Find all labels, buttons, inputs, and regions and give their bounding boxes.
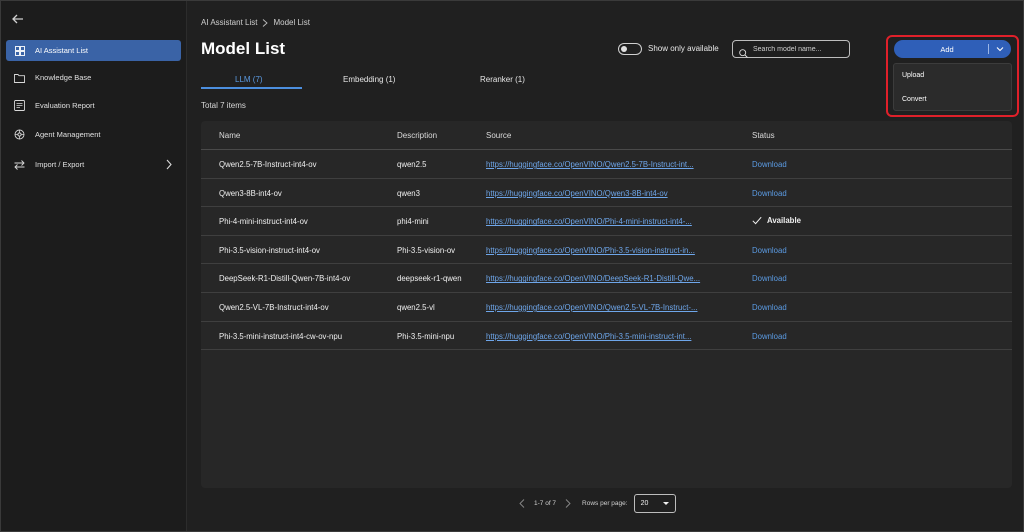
sidebar-item-ai-assistant-list[interactable]: AI Assistant List <box>6 40 181 61</box>
sidebar-item-import-export[interactable]: Import / Export <box>6 154 181 175</box>
sidebar-item-label: AI Assistant List <box>35 46 88 55</box>
model-name: DeepSeek-R1-Distill-Qwen-7B-int4-ov <box>219 274 351 284</box>
report-icon <box>14 100 25 111</box>
source-link[interactable]: https://huggingface.co/OpenVINO/Phi-4-mi… <box>486 217 742 226</box>
back-arrow-icon[interactable] <box>10 11 26 27</box>
breadcrumb: AI Assistant List Model List <box>201 18 310 27</box>
add-button[interactable]: Add <box>894 40 1011 58</box>
download-link[interactable]: Download <box>752 160 852 169</box>
tab-embedding[interactable]: Embedding (1) <box>343 75 395 84</box>
model-name: Phi-3.5-mini-instruct-int4-cw-ov-npu <box>219 331 343 341</box>
source-link[interactable]: https://huggingface.co/OpenVINO/DeepSeek… <box>486 274 742 283</box>
prev-page-icon[interactable] <box>518 499 526 509</box>
source-link[interactable]: https://huggingface.co/OpenVINO/Qwen2.5-… <box>486 303 742 312</box>
table-header: Name Description Source Status <box>201 121 1012 150</box>
tab-reranker[interactable]: Reranker (1) <box>480 75 525 84</box>
main-content: AI Assistant List Model List Model List … <box>188 1 1023 531</box>
grid-icon <box>14 45 25 56</box>
chevron-right-icon <box>165 159 173 170</box>
folder-icon <box>14 72 25 83</box>
download-link[interactable]: Download <box>752 332 852 341</box>
sidebar-item-label: Knowledge Base <box>35 73 92 82</box>
menu-item-convert[interactable]: Convert <box>902 96 927 103</box>
table-row: Qwen3-8B-int4-ov qwen3 https://huggingfa… <box>201 179 1012 208</box>
search-input[interactable] <box>753 45 845 53</box>
download-link[interactable]: Download <box>752 189 852 198</box>
sidebar-item-label: Import / Export <box>35 160 85 169</box>
search-icon <box>739 45 748 58</box>
table-row: Phi-4-mini-instruct-int4-ov phi4-mini ht… <box>201 207 1012 236</box>
sidebar-item-agent-management[interactable]: Agent Management <box>6 124 181 145</box>
page-range: 1-7 of 7 <box>534 500 557 507</box>
source-link[interactable]: https://huggingface.co/OpenVINO/Qwen2.5-… <box>486 160 742 169</box>
model-description: qwen2.5 <box>397 160 427 169</box>
add-dropdown-menu: Upload Convert <box>893 63 1012 111</box>
model-description: qwen3 <box>397 188 420 198</box>
source-link[interactable]: https://huggingface.co/OpenVINO/Phi-3.5-… <box>486 332 742 341</box>
page-title: Model List <box>201 39 286 58</box>
rows-per-page-value: 20 <box>640 500 649 507</box>
show-available-toggle[interactable] <box>618 43 642 55</box>
model-name: Phi-4-mini-instruct-int4-ov <box>219 217 308 227</box>
breadcrumb-parent[interactable]: AI Assistant List <box>201 18 257 27</box>
table-row: Phi-3.5-mini-instruct-int4-cw-ov-npu Phi… <box>201 322 1012 351</box>
column-header-source: Source <box>486 131 512 140</box>
column-header-description: Description <box>397 131 438 140</box>
menu-item-upload[interactable]: Upload <box>902 72 924 79</box>
sidebar-item-label: Evaluation Report <box>35 101 95 110</box>
total-items: Total 7 items <box>201 101 246 110</box>
checkmark-icon <box>752 216 762 225</box>
import-export-icon <box>14 159 25 170</box>
status-text: Available <box>767 216 801 226</box>
model-description: Phi-3.5-mini-npu <box>397 331 455 341</box>
source-link[interactable]: https://huggingface.co/OpenVINO/Qwen3-8B… <box>486 189 742 198</box>
sidebar-item-evaluation-report[interactable]: Evaluation Report <box>6 95 181 116</box>
app-window: AI Assistant List Knowledge Base Evaluat… <box>0 0 1024 532</box>
model-name: Qwen3-8B-int4-ov <box>219 188 282 198</box>
next-page-icon[interactable] <box>564 499 572 509</box>
pagination: 1-7 of 7 Rows per page: 20 <box>518 494 676 513</box>
download-link[interactable]: Download <box>752 246 852 255</box>
model-name: Qwen2.5-VL-7B-Instruct-int4-ov <box>219 303 329 312</box>
column-header-status: Status <box>752 131 775 140</box>
add-button-label: Add <box>940 44 954 54</box>
sidebar-item-knowledge-base[interactable]: Knowledge Base <box>6 67 181 88</box>
breadcrumb-current: Model List <box>273 18 310 27</box>
toggle-label: Show only available <box>648 44 719 53</box>
table-row: DeepSeek-R1-Distill-Qwen-7B-int4-ov deep… <box>201 264 1012 293</box>
active-tab-indicator <box>201 87 302 89</box>
agent-icon <box>14 129 25 140</box>
rows-per-page-label: Rows per page: <box>582 500 628 507</box>
tab-llm[interactable]: LLM (7) <box>235 75 263 84</box>
table-row: Qwen2.5-VL-7B-Instruct-int4-ov qwen2.5-v… <box>201 293 1012 322</box>
caret-down-icon <box>662 502 669 505</box>
available-status: Available <box>752 216 852 225</box>
model-table: Name Description Source Status Qwen2.5-7… <box>201 121 1012 488</box>
chevron-right-icon <box>262 18 269 27</box>
table-row: Qwen2.5-7B-Instruct-int4-ov qwen2.5 http… <box>201 150 1012 179</box>
toggle-knob <box>621 46 627 52</box>
model-description: qwen2.5-vl <box>397 303 435 312</box>
download-link[interactable]: Download <box>752 303 852 312</box>
model-description: phi4-mini <box>397 217 429 227</box>
chevron-down-icon[interactable] <box>989 40 1011 58</box>
sidebar: AI Assistant List Knowledge Base Evaluat… <box>1 1 187 531</box>
table-row: Phi-3.5-vision-instruct-int4-ov Phi-3.5-… <box>201 236 1012 265</box>
download-link[interactable]: Download <box>752 274 852 283</box>
model-name: Phi-3.5-vision-instruct-int4-ov <box>219 245 320 255</box>
rows-per-page-select[interactable]: 20 <box>633 494 676 513</box>
sidebar-item-label: Agent Management <box>35 130 101 139</box>
source-link[interactable]: https://huggingface.co/OpenVINO/Phi-3.5-… <box>486 246 742 255</box>
model-description: deepseek-r1-qwen <box>397 274 462 284</box>
search-box[interactable] <box>732 40 850 58</box>
model-name: Qwen2.5-7B-Instruct-int4-ov <box>219 160 317 169</box>
column-header-name: Name <box>219 131 241 140</box>
model-description: Phi-3.5-vision-ov <box>397 245 456 255</box>
